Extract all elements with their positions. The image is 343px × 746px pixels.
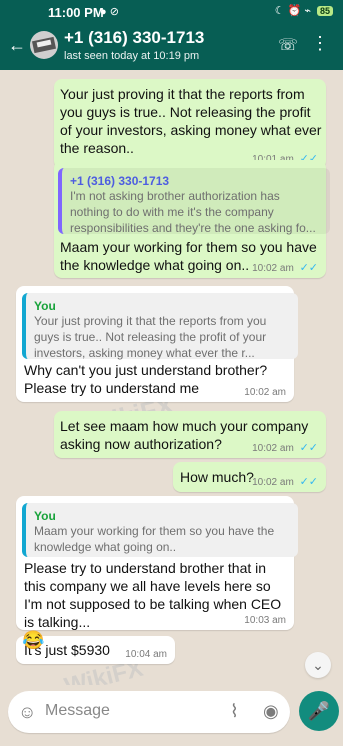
message-text: How much? <box>180 469 254 485</box>
smile-icon[interactable]: ☺ <box>18 702 36 723</box>
quoted-text: I'm not asking brother authorization has… <box>70 189 316 235</box>
arrow-left-icon[interactable]: ← <box>8 35 26 56</box>
quoted-author: You <box>34 509 56 523</box>
message-time: 10:02 am <box>244 387 286 398</box>
message-bubble[interactable]: Your just proving it that the reports fr… <box>54 79 326 169</box>
message-composer[interactable]: ☺ Message ⌇ ◉ <box>8 691 290 733</box>
battery-indicator: 85 <box>316 5 333 16</box>
message-bubble[interactable]: How much? 10:02 am ✓✓ <box>173 462 326 492</box>
contact-name[interactable]: +1 (316) 330-1713 <box>64 28 204 48</box>
quoted-message[interactable]: +1 (316) 330-1713 I'm not asking brother… <box>58 168 330 235</box>
quoted-author: You <box>34 299 56 313</box>
quoted-message[interactable]: You Your just proving it that the report… <box>22 293 298 360</box>
message-meta: 10:02 am ✓✓ <box>252 441 318 454</box>
paperclip-icon[interactable]: ⌇ <box>230 701 239 722</box>
message-meta: 10:02 am ✓✓ <box>252 475 318 488</box>
message-text: Your just proving it that the reports fr… <box>60 86 322 156</box>
status-icons-right-label: ☾ ⏰ ⌁ <box>274 5 311 17</box>
avatar[interactable] <box>30 31 58 59</box>
chat-header: ← +1 (316) 330-1713 last seen today at 1… <box>0 24 343 70</box>
message-time: 10:04 am <box>125 649 167 660</box>
message-time: 10:03 am <box>244 615 286 626</box>
message-time: 10:02 am <box>252 263 294 274</box>
message-input[interactable]: Message <box>45 702 110 720</box>
add-call-icon[interactable]: ☏ <box>278 35 298 55</box>
message-bubble[interactable]: You Maam your working for them so you ha… <box>16 496 298 630</box>
status-icons-left: ● ⊘ <box>100 6 119 18</box>
more-vertical-icon[interactable]: ⋮ <box>311 34 329 52</box>
chat-area[interactable]: WikiFX WikiFX Your just proving it that … <box>0 70 343 685</box>
message-text: Please try to understand brother that in… <box>24 560 282 630</box>
message-meta: 10:02 am <box>244 387 286 398</box>
message-meta: 10:04 am <box>125 649 167 660</box>
camera-icon[interactable]: ◉ <box>263 701 279 722</box>
status-bar: 11:00 PM ● ⊘ ☾ ⏰ ⌁ 85 <box>0 0 343 24</box>
status-time: 11:00 PM <box>48 5 104 20</box>
message-bubble[interactable]: Let see maam how much your company askin… <box>54 411 326 458</box>
quoted-author: +1 (316) 330-1713 <box>70 174 170 188</box>
message-bubble[interactable]: You Your just proving it that the report… <box>16 286 298 402</box>
quoted-message[interactable]: You Maam your working for them so you ha… <box>22 503 298 557</box>
read-receipt-icon: ✓✓ <box>299 442 318 454</box>
quoted-text: Your just proving it that the reports fr… <box>34 314 267 360</box>
quoted-text: Maam your working for them so you have t… <box>34 524 275 554</box>
message-text: Why can't you just understand brother? P… <box>24 362 268 396</box>
message-meta: 10:02 am ✓✓ <box>252 261 318 274</box>
message-time: 10:02 am <box>252 477 294 488</box>
message-time: 10:02 am <box>252 443 294 454</box>
microphone-icon[interactable]: 🎤 <box>299 691 339 731</box>
read-receipt-icon: ✓✓ <box>299 262 318 274</box>
last-seen: last seen today at 10:19 pm <box>64 50 200 62</box>
message-meta: 10:03 am <box>244 615 286 626</box>
laughing-emoji-message[interactable]: 😂 <box>22 630 44 651</box>
read-receipt-icon: ✓✓ <box>299 476 318 488</box>
status-icons-right: ☾ ⏰ ⌁ 85 <box>275 4 333 17</box>
message-bubble[interactable]: +1 (316) 330-1713 I'm not asking brother… <box>54 160 330 278</box>
scroll-down-button[interactable]: ⌄ <box>305 652 331 678</box>
